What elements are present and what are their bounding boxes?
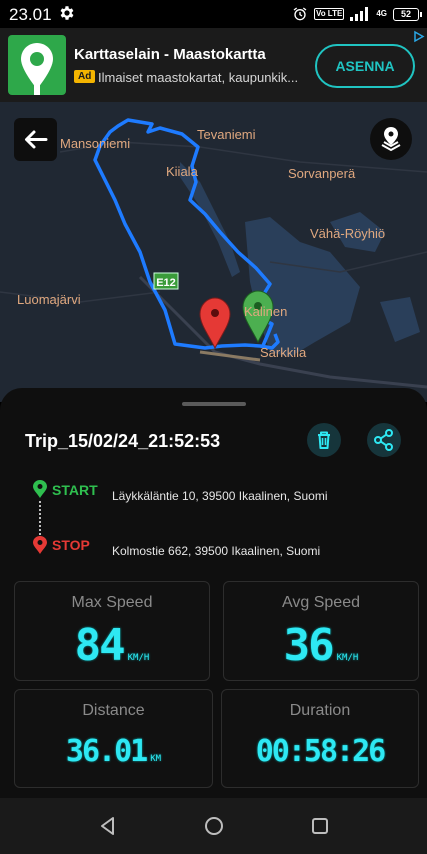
back-button[interactable] [14, 118, 57, 161]
nav-recents-icon[interactable] [308, 814, 332, 838]
ad-app-icon[interactable] [8, 35, 66, 95]
distance-value: 36.01 KM [65, 734, 162, 769]
distance-label: Distance [82, 702, 145, 719]
svg-text:E12: E12 [156, 277, 176, 289]
map-label: Sarkkila [260, 345, 307, 360]
trip-map[interactable]: E12 Mansoniemi Tevaniemi Kiiala Sorvanpe… [0, 102, 427, 402]
nav-home-icon[interactable] [202, 814, 226, 838]
stop-label: STOP [52, 537, 90, 553]
map-label: Luomajärvi [17, 292, 81, 307]
map-label: Mansoniemi [60, 136, 131, 151]
duration-label: Duration [289, 702, 351, 719]
system-nav-bar [0, 798, 427, 854]
duration-value: 00:58:26 [255, 734, 387, 769]
map-pin-layers-icon [381, 127, 401, 152]
share-icon [374, 429, 393, 451]
max-speed-value: 84 KM/H [74, 620, 150, 671]
trip-title: Trip_15/02/24_21:52:53 [25, 431, 221, 451]
signal-icon [350, 7, 369, 21]
stop-pin-icon [33, 536, 47, 554]
trip-details-sheet: Trip_15/02/24_21:52:53 START Läykkälänti… [0, 388, 427, 798]
status-bar: 23.01 Vo LTE 4G 52 [0, 0, 427, 28]
settings-gear-icon [60, 6, 74, 20]
ad-subtitle: Ilmaiset maastokartat, kaupunkik... [98, 70, 298, 85]
map-label: Tevaniemi [197, 127, 256, 142]
start-label: START [52, 482, 98, 498]
avg-speed-label: Avg Speed [282, 594, 360, 611]
map-label: Sorvanperä [288, 166, 356, 181]
map-layers-button[interactable] [370, 118, 412, 160]
status-time: 23.01 [9, 5, 52, 24]
network-type: 4G [376, 9, 387, 18]
distance-card: Distance 36.01 KM [14, 689, 213, 788]
ad-install-button[interactable]: ASENNA [315, 44, 415, 88]
start-address: Läykkäläntie 10, 39500 Ikaalinen, Suomi [112, 489, 328, 503]
drag-handle[interactable] [182, 402, 246, 406]
delete-button[interactable] [307, 423, 341, 457]
max-speed-card: Max Speed 84 KM/H [14, 581, 210, 681]
map-label: Kiiala [166, 164, 198, 179]
status-icons: Vo LTE 4G 52 [292, 5, 422, 23]
start-pin-icon [33, 480, 47, 498]
max-speed-label: Max Speed [71, 594, 153, 611]
adchoices-icon[interactable] [412, 30, 425, 43]
map-label: Kalinen [244, 304, 288, 319]
avg-speed-value: 36 KM/H [283, 620, 359, 671]
route-connector [39, 501, 41, 535]
duration-card: Duration 00:58:26 [221, 689, 419, 788]
stop-address: Kolmostie 662, 39500 Ikaalinen, Suomi [112, 544, 321, 558]
trash-icon [318, 431, 330, 449]
distance-unit: KM [150, 754, 162, 764]
avg-speed-unit: KM/H [336, 653, 359, 663]
avg-speed-card: Avg Speed 36 KM/H [223, 581, 419, 681]
volte-icon: Vo LTE [313, 8, 345, 20]
nav-back-icon[interactable] [96, 814, 120, 838]
ad-banner[interactable]: Karttaselain - Maastokartta Ad Ilmaiset … [0, 28, 427, 102]
alarm-icon [293, 7, 307, 21]
max-speed-unit: KM/H [127, 653, 150, 663]
arrow-left-icon [25, 130, 48, 149]
map-label: Vähä-Röyhiö [310, 226, 386, 241]
ad-badge: Ad [74, 70, 96, 83]
battery-icon: 52 [393, 7, 422, 21]
share-button[interactable] [367, 423, 401, 457]
ad-title[interactable]: Karttaselain - Maastokartta [74, 46, 266, 63]
